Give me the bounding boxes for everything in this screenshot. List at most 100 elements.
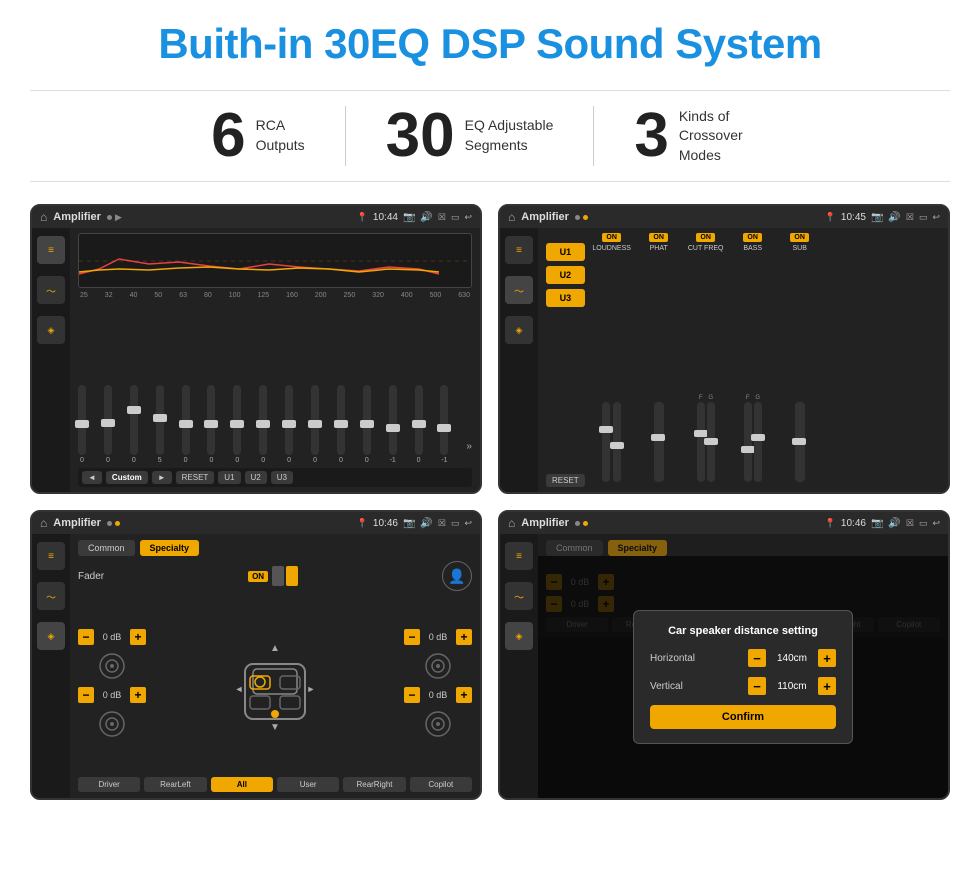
- tab-common[interactable]: Common: [78, 540, 135, 556]
- fader-label: Fader: [78, 571, 104, 582]
- horizontal-plus[interactable]: +: [818, 649, 836, 667]
- fader-slider-visual2: [286, 566, 298, 586]
- eq-prev-btn[interactable]: ◄: [82, 471, 102, 484]
- cutfreq-g-slider[interactable]: [707, 402, 715, 482]
- preset-u2[interactable]: U2: [546, 266, 585, 284]
- confirm-button[interactable]: Confirm: [650, 705, 836, 729]
- eq-slider-1[interactable]: 0: [78, 385, 86, 464]
- wave-icon-3[interactable]: 〜: [37, 582, 65, 610]
- vertical-minus[interactable]: −: [748, 677, 766, 695]
- status-bar-1: ⌂ Amplifier ▶ 📍 10:44 📷 🔊 ☒ ▭ ↩: [32, 206, 480, 228]
- home-icon-4[interactable]: ⌂: [508, 516, 515, 530]
- btn-driver[interactable]: Driver: [78, 777, 140, 792]
- eq-icon-4[interactable]: ≡: [505, 542, 533, 570]
- eq-slider-14[interactable]: 0: [415, 385, 423, 464]
- camera-icon: 📷: [403, 212, 415, 223]
- back-icon-4[interactable]: ↩: [932, 518, 940, 529]
- screen1-sidebar: ≡ 〜 ◈: [32, 228, 70, 492]
- eq-u2-btn[interactable]: U2: [245, 471, 267, 484]
- phat-slider[interactable]: [654, 402, 664, 482]
- amp-loudness: ON LOUDNESS: [591, 233, 633, 487]
- phat-toggle[interactable]: ON: [649, 233, 668, 242]
- fader-lb-plus[interactable]: +: [130, 687, 146, 703]
- eq-slider-12[interactable]: 0: [363, 385, 371, 464]
- speaker-icon-2[interactable]: ◈: [505, 316, 533, 344]
- fader-rt-plus[interactable]: +: [456, 629, 472, 645]
- fader-rb-minus[interactable]: −: [404, 687, 420, 703]
- fader-header: Fader ON 👤: [78, 561, 472, 591]
- status-bar-3: ⌂ Amplifier 📍 10:46 📷 🔊 ☒ ▭ ↩: [32, 512, 480, 534]
- screen4-app-name: Amplifier: [521, 517, 569, 529]
- fader-lt-plus[interactable]: +: [130, 629, 146, 645]
- fader-user-icon[interactable]: 👤: [442, 561, 472, 591]
- eq-slider-5[interactable]: 0: [182, 385, 190, 464]
- fader-lt-minus[interactable]: −: [78, 629, 94, 645]
- cutfreq-toggle[interactable]: ON: [696, 233, 715, 242]
- screen3-sidebar: ≡ 〜 ◈: [32, 534, 70, 798]
- eq-icon-3[interactable]: ≡: [37, 542, 65, 570]
- horizontal-minus[interactable]: −: [748, 649, 766, 667]
- sub-slider[interactable]: [795, 402, 805, 482]
- home-icon[interactable]: ⌂: [40, 210, 47, 224]
- loudness-slider[interactable]: [602, 402, 610, 482]
- eq-custom-btn[interactable]: Custom: [106, 471, 148, 484]
- tab-specialty-4: Specialty: [608, 540, 668, 556]
- screen3-app-name: Amplifier: [53, 517, 101, 529]
- eq-u3-btn[interactable]: U3: [271, 471, 293, 484]
- eq-next-btn[interactable]: ►: [152, 471, 172, 484]
- preset-u3[interactable]: U3: [546, 289, 585, 307]
- btn-all[interactable]: All: [211, 777, 273, 792]
- screen-amp: ⌂ Amplifier 📍 10:45 📷 🔊 ☒ ▭ ↩: [498, 204, 950, 494]
- bass-toggle[interactable]: ON: [743, 233, 762, 242]
- bass-f-slider[interactable]: [744, 402, 752, 482]
- vertical-plus[interactable]: +: [818, 677, 836, 695]
- eq-icon-2[interactable]: ≡: [505, 236, 533, 264]
- btn-rearright[interactable]: RearRight: [343, 777, 405, 792]
- eq-icon[interactable]: ≡: [37, 236, 65, 264]
- bass-g-slider[interactable]: [754, 402, 762, 482]
- loudness-slider2[interactable]: [613, 402, 621, 482]
- stats-row: 6 RCAOutputs 30 EQ AdjustableSegments 3 …: [30, 90, 950, 182]
- location-icon: 📍: [357, 212, 368, 223]
- preset-u1[interactable]: U1: [546, 243, 585, 261]
- fader-rb-plus[interactable]: +: [456, 687, 472, 703]
- eq-slider-8[interactable]: 0: [259, 385, 267, 464]
- stat-crossover-number: 3: [634, 105, 668, 167]
- wave-icon-4[interactable]: 〜: [505, 582, 533, 610]
- amp-phat: ON PHAT: [638, 233, 680, 487]
- eq-slider-6[interactable]: 0: [207, 385, 215, 464]
- btn-copilot[interactable]: Copilot: [410, 777, 472, 792]
- wave-icon-2[interactable]: 〜: [505, 276, 533, 304]
- sub-toggle[interactable]: ON: [790, 233, 809, 242]
- fader-lb-minus[interactable]: −: [78, 687, 94, 703]
- home-icon-2[interactable]: ⌂: [508, 210, 515, 224]
- eq-slider-4[interactable]: 5: [156, 385, 164, 464]
- speaker-icon[interactable]: ◈: [37, 316, 65, 344]
- status-left-1: ⌂ Amplifier ▶: [40, 210, 122, 224]
- back-icon[interactable]: ↩: [464, 212, 472, 223]
- amp-reset[interactable]: RESET: [546, 474, 585, 487]
- home-icon-3[interactable]: ⌂: [40, 516, 47, 530]
- eq-slider-15[interactable]: -1: [440, 385, 448, 464]
- eq-slider-11[interactable]: 0: [337, 385, 345, 464]
- eq-slider-9[interactable]: 0: [285, 385, 293, 464]
- screen3-body: ≡ 〜 ◈ Common Specialty Fader ON: [32, 534, 480, 798]
- eq-slider-2[interactable]: 0: [104, 385, 112, 464]
- eq-reset-btn[interactable]: RESET: [176, 471, 215, 484]
- wave-icon[interactable]: 〜: [37, 276, 65, 304]
- loudness-toggle[interactable]: ON: [602, 233, 621, 242]
- back-icon-3[interactable]: ↩: [464, 518, 472, 529]
- eq-u1-btn[interactable]: U1: [218, 471, 240, 484]
- speaker-right-rear: [423, 709, 453, 739]
- back-icon-2[interactable]: ↩: [932, 212, 940, 223]
- btn-rearleft[interactable]: RearLeft: [144, 777, 206, 792]
- fader-rt-minus[interactable]: −: [404, 629, 420, 645]
- speaker-icon-4[interactable]: ◈: [505, 622, 533, 650]
- btn-user[interactable]: User: [277, 777, 339, 792]
- eq-slider-3[interactable]: 0: [130, 385, 138, 464]
- tab-specialty[interactable]: Specialty: [140, 540, 200, 556]
- speaker-icon-3[interactable]: ◈: [37, 622, 65, 650]
- eq-slider-7[interactable]: 0: [233, 385, 241, 464]
- eq-slider-13[interactable]: -1: [389, 385, 397, 464]
- eq-slider-10[interactable]: 0: [311, 385, 319, 464]
